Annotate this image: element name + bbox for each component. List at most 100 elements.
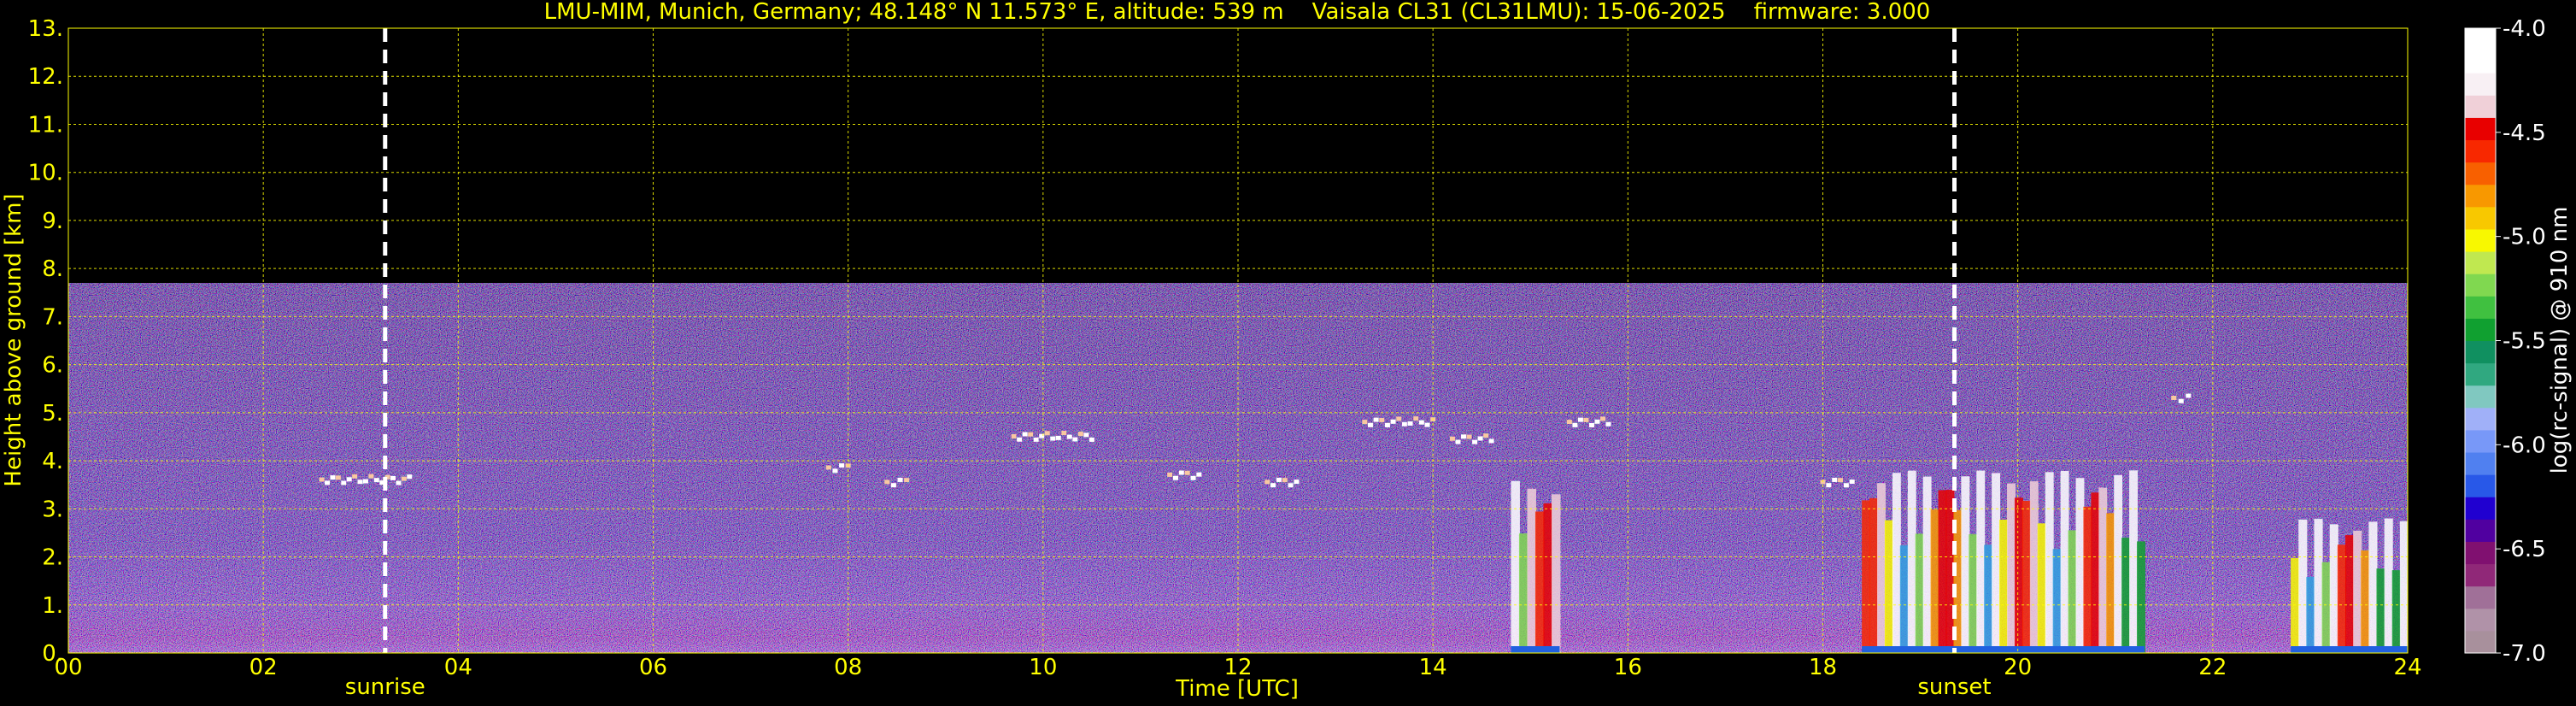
y-tick-label: 6. (42, 353, 63, 379)
cloud-return (346, 477, 352, 482)
cloud-return (1017, 437, 1023, 442)
x-tick-label: 14 (1419, 655, 1447, 680)
cloud-return (1418, 420, 1424, 425)
colorbar-label: log(rc-signal) @ 910 nm (2547, 207, 2573, 474)
colorbar-swatch (2465, 497, 2496, 520)
signal-band (2384, 518, 2393, 653)
sunrise-label: sunrise (345, 674, 425, 700)
colorbar-swatch (2465, 541, 2496, 565)
cloud-return (319, 477, 325, 482)
cloud-return (1449, 436, 1455, 441)
cloud-return (1196, 472, 1202, 477)
cloud-return (362, 479, 368, 484)
signal-band (2060, 470, 2069, 653)
x-tick-label: 02 (249, 655, 278, 680)
signal-band (1969, 534, 1978, 653)
signal-band (1534, 511, 1545, 653)
colorbar-swatch (2465, 139, 2496, 163)
x-tick-label: 06 (639, 655, 667, 680)
cloud-return (1033, 437, 1039, 442)
signal-band (2361, 550, 2370, 653)
colorbar-tick-label: -5.0 (2503, 225, 2546, 250)
signal-band (2114, 474, 2123, 653)
signal-band (2121, 538, 2131, 653)
cloud-return (373, 478, 379, 483)
cloud-return (1396, 416, 1402, 421)
cloud-return (1407, 421, 1413, 427)
colorbar-swatch (2465, 340, 2496, 364)
colorbar-swatch (2465, 362, 2496, 386)
signal-band (1915, 533, 1924, 653)
signal-band (2329, 524, 2338, 653)
cloud-return (1077, 432, 1083, 437)
signal-band (1984, 544, 1993, 653)
cloud-return (1184, 470, 1190, 475)
signal-band (2344, 535, 2355, 653)
colorbar-swatch (2465, 407, 2496, 431)
cloud-return (1594, 419, 1600, 424)
y-tick-label: 4. (42, 449, 63, 474)
signal-band (1922, 476, 1932, 653)
cloud-return (1483, 433, 1489, 438)
signal-band (2399, 521, 2408, 653)
y-tick-label: 8. (42, 256, 63, 282)
signal-band (2314, 519, 2323, 653)
y-tick-label: 10. (28, 161, 63, 186)
cloud-return (1843, 483, 1849, 488)
cloud-return (904, 478, 910, 483)
signal-band (1930, 509, 1939, 653)
cloud-return (1838, 478, 1844, 483)
y-tick-label: 12. (28, 64, 63, 90)
signal-band (1938, 490, 1947, 653)
signal-band (1869, 497, 1879, 653)
y-tick-label: 1. (42, 593, 63, 619)
cloud-return (1390, 419, 1396, 424)
signal-band (2291, 557, 2300, 653)
cloud-return (1477, 436, 1483, 441)
signal-band (1518, 533, 1529, 653)
cloud-return (897, 477, 903, 482)
signal-band (2029, 481, 2039, 653)
signal-base (1511, 646, 1560, 653)
cloud-return (1605, 421, 1611, 427)
colorbar: -4.0 -4.5 -5.0 -5.5 -6.0 -6.5 -7.0 (2464, 16, 2546, 667)
sunset-label: sunset (1917, 674, 1991, 700)
cloud-return (884, 479, 890, 485)
cloud-return (1022, 432, 1028, 437)
x-tick-label: 10 (1029, 655, 1057, 680)
signal-base (2291, 646, 2408, 653)
cloud-return (1466, 434, 1472, 439)
x-tick-label: 08 (834, 655, 862, 680)
y-tick-label: 13. (28, 16, 63, 42)
colorbar-swatch (2465, 385, 2496, 409)
signal-band (1976, 470, 1986, 653)
colorbar-swatch (2465, 228, 2496, 252)
cloud-return (1288, 483, 1294, 488)
cloud-return (1276, 477, 1282, 482)
signal-band (1551, 494, 1561, 653)
signal-band (2052, 549, 2062, 653)
colorbar-swatch (2465, 73, 2496, 96)
signal-band (2068, 530, 2077, 653)
signal-band (2106, 513, 2115, 653)
y-axis-label: Height above ground [km] (1, 193, 26, 486)
signal-band (2137, 541, 2145, 653)
cloud-return (1413, 416, 1419, 421)
ceilometer-figure: 00 02 04 06 08 10 12 14 16 18 20 22 24 0.1.2.3.4.5.6… (1, 0, 2573, 702)
colorbar-swatch (2465, 630, 2496, 654)
cloud-return (1424, 422, 1430, 427)
cloud-return (1583, 417, 1589, 422)
signal-band (2045, 472, 2054, 653)
cloud-return (2186, 393, 2192, 398)
cloud-return (1282, 478, 1288, 483)
cloud-return (1066, 434, 1072, 439)
cloud-return (1384, 422, 1390, 427)
signal-band (2098, 487, 2108, 653)
cloud-return (335, 475, 341, 480)
y-tick-label: 3. (42, 497, 63, 522)
x-axis-label: Time [UTC] (1175, 676, 1299, 702)
cloud-return (1178, 470, 1184, 475)
cloud-return (407, 474, 413, 479)
cloud-return (1461, 434, 1467, 439)
cloud-return (1472, 439, 1478, 444)
